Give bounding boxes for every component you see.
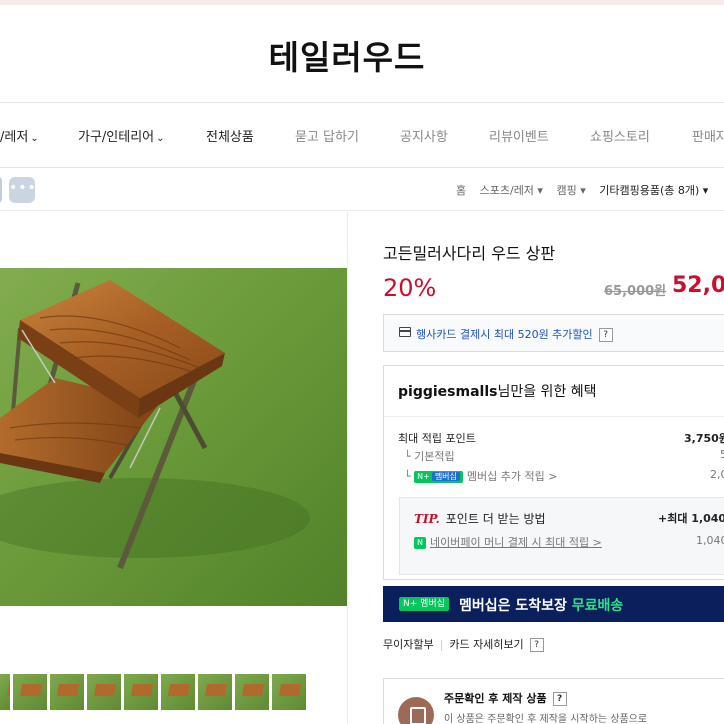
membership-points-value: 2,0 (710, 468, 724, 481)
basic-points-value: 5 (720, 448, 724, 461)
nav-item-notice[interactable]: 공지사항 (400, 126, 448, 145)
thumbnail-image[interactable] (50, 674, 84, 710)
membership-points-row[interactable]: └ N+ 멤버십 멤버십 추가 적립 > (404, 468, 557, 484)
thumbnail-image[interactable] (124, 674, 158, 710)
breadcrumb-current[interactable]: 기타캠핑용품(총 8개) ▾ (599, 184, 708, 197)
thumbnail-image[interactable] (87, 674, 121, 710)
thumbnail-image[interactable] (235, 674, 269, 710)
order-document-icon (398, 697, 434, 724)
notice-description: 이 상품은 주문확인 후 제작을 시작하는 상품으로 (444, 714, 648, 724)
thumbnail-image[interactable] (272, 674, 306, 710)
discount-rate: 20% (383, 274, 437, 302)
benefit-title: piggiesmalls님만을 위한 혜택 (398, 384, 597, 400)
breadcrumb: 홈 스포츠/레저 ▾ 캠핑 ▾ 기타캠핑용품(총 8개) ▾ (456, 182, 718, 198)
thumbnail-image[interactable] (13, 674, 47, 710)
thumbnail-image[interactable] (198, 674, 232, 710)
chevron-down-icon: ⌄ (30, 133, 39, 144)
card-detail-link[interactable]: 카드 자세히보기 (449, 638, 523, 651)
nav-item-furniture[interactable]: 가구/인테리어 ⌄ (78, 126, 165, 145)
naver-plus-badge: N+ 멤버십 (414, 471, 463, 483)
naverpay-value: 1,040 (696, 534, 724, 547)
card-discount-text[interactable]: 행사카드 결제시 최대 520원 추가할인? (416, 326, 613, 342)
membership-banner[interactable]: N+ 멤버십 멤버십은 도착보장 무료배송 (383, 586, 724, 622)
chevron-down-icon: ⌄ (156, 133, 165, 144)
basic-points-label: └ 기본적립 (404, 450, 455, 463)
nav-item-seller[interactable]: 판매자 (692, 126, 724, 145)
share-button[interactable] (0, 177, 2, 203)
credit-card-icon (399, 327, 411, 337)
nav-item-qna[interactable]: 묻고 답하기 (295, 126, 359, 145)
breadcrumb-sports[interactable]: 스포츠/레저 ▾ (480, 184, 543, 197)
sale-price: 52,00 (672, 273, 724, 298)
payment-links: 무이자할부 | 카드 자세히보기? (383, 636, 544, 652)
wooden-ladder-table-photo (0, 268, 347, 606)
help-icon[interactable]: ? (529, 638, 544, 652)
installment-link[interactable]: 무이자할부 (383, 638, 434, 651)
tip-title: TIP. 포인트 더 받는 방법 (414, 512, 546, 526)
naver-plus-badge: N+ 멤버십 (399, 597, 449, 611)
nav-item-leisure[interactable]: /레저 ⌄ (0, 126, 39, 145)
product-main-image[interactable] (0, 268, 347, 606)
original-price: 65,000원 (604, 284, 667, 299)
more-options-button[interactable]: ••• (9, 177, 36, 203)
breadcrumb-camping[interactable]: 캠핑 ▾ (556, 184, 585, 197)
breadcrumb-bar: ••• 홈 스포츠/레저 ▾ 캠핑 ▾ 기타캠핑용품(총 8개) ▾ (0, 169, 724, 211)
breadcrumb-home[interactable]: 홈 (456, 184, 466, 197)
tip-value: +최대 1,040 (658, 512, 724, 525)
naverpay-icon: N (414, 537, 426, 549)
thumbnail-image[interactable] (0, 674, 10, 710)
member-benefit-panel: piggiesmalls님만을 위한 혜택 최대 적립 포인트 3,750원 └… (383, 365, 724, 580)
thumbnail-strip (0, 674, 347, 710)
help-icon[interactable]: ? (598, 328, 613, 342)
thumbnail-image[interactable] (161, 674, 195, 710)
nav-item-review-event[interactable]: 리뷰이벤트 (489, 126, 549, 145)
max-points-label: 최대 적립 포인트 (398, 432, 476, 445)
naverpay-money-row[interactable]: N 네이버페이 머니 결제 시 최대 적립 > (414, 534, 602, 550)
nav-item-all-products[interactable]: 전체상품 (206, 126, 254, 145)
divider (384, 416, 724, 417)
banner-text: 멤버십은 도착보장 무료배송 (459, 598, 624, 614)
column-divider (347, 212, 348, 724)
nav-item-shopping-story[interactable]: 쇼핑스토리 (590, 126, 650, 145)
help-icon[interactable]: ? (552, 692, 567, 706)
max-points-value: 3,750원 (684, 432, 724, 445)
card-discount-box: 행사카드 결제시 최대 520원 추가할인? (383, 314, 724, 352)
store-header: 테일러우드 (0, 5, 724, 103)
tip-box: TIP. 포인트 더 받는 방법 +최대 1,040 N 네이버페이 머니 결제 시… (399, 497, 724, 575)
product-name: 고든밀러사다리 우드 상판 (383, 244, 556, 263)
notice-title: 주문확인 후 제작 상품? (444, 690, 567, 706)
store-title[interactable]: 테일러우드 (0, 31, 694, 79)
made-to-order-notice: 주문확인 후 제작 상품? 이 상품은 주문확인 후 제작을 시작하는 상품으로 (383, 678, 724, 724)
category-nav: /레저 ⌄ 가구/인테리어 ⌄ 전체상품 묻고 답하기 공지사항 리뷰이벤트 쇼핑스… (0, 104, 724, 168)
